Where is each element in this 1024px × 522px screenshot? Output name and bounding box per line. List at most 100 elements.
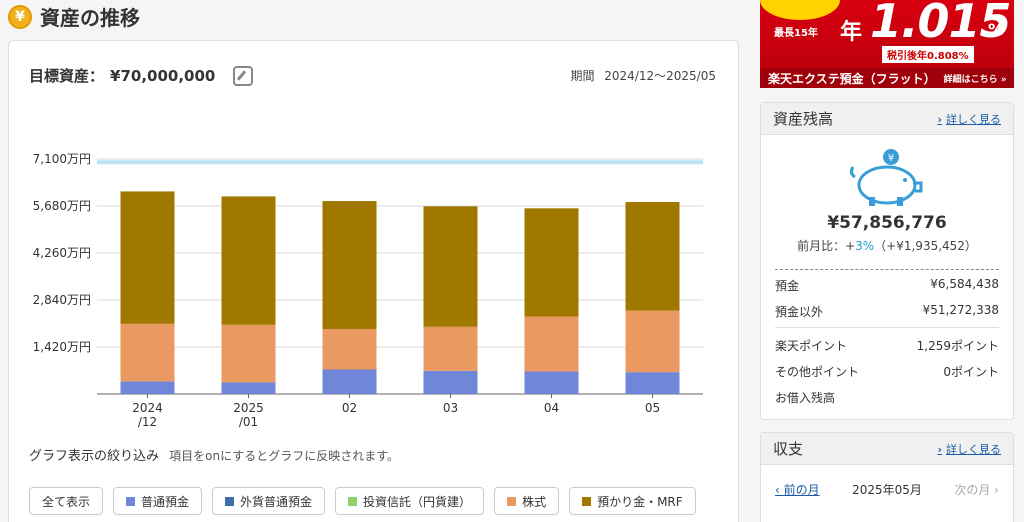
legend-swatch <box>126 496 136 506</box>
bar-segment <box>322 329 377 370</box>
income-card: 収支 詳しく見る ‹ 前の月 2025年05月 次の月 › <box>760 432 1014 522</box>
x-tick-label: /01 <box>239 415 258 429</box>
bar-segment <box>221 382 276 394</box>
prev-month-link[interactable]: ‹ 前の月 <box>775 481 820 498</box>
loan-row: お借入残高 <box>775 389 999 406</box>
other-points-row: その他ポイント 0ポイント <box>775 363 999 380</box>
bar-segment <box>322 369 377 394</box>
filter-row: グラフ表示の絞り込み 項目をonにするとグラフに反映されます。 <box>29 445 399 464</box>
ad-product: 楽天エクステ預金（フラット） <box>768 71 936 86</box>
filter-title: グラフ表示の絞り込み <box>29 449 160 464</box>
loan-label: お借入残高 <box>775 391 836 405</box>
x-tick-label: 05 <box>645 401 660 415</box>
filter-stocks[interactable]: 株式 <box>494 487 560 515</box>
balance-card-header: 資産残高 詳しく見る <box>761 103 1013 135</box>
other-points-label: その他ポイント <box>775 365 860 379</box>
divider <box>775 327 999 328</box>
ad-footer: 楽天エクステ預金（フラット） 詳細はこちら » <box>760 68 1014 88</box>
filter-foreign-deposit[interactable]: 外貨普通預金 <box>212 487 326 515</box>
bar-segment <box>120 191 175 324</box>
bar-segment <box>625 202 680 311</box>
y-tick-label: 7,100万円 <box>33 152 91 166</box>
income-card-header: 収支 詳しく見る <box>761 433 1013 465</box>
filter-buttons: 全て表示 普通預金 外貨普通預金 投資信託（円貨建） 株式 預かり金・MRF <box>29 487 696 515</box>
other-label: 預金以外 <box>775 305 824 319</box>
bar-segment <box>221 196 276 325</box>
rakuten-points-row: 楽天ポイント 1,259ポイント <box>775 337 999 354</box>
bar-segment <box>423 326 478 371</box>
filter-ordinary-deposit[interactable]: 普通預金 <box>113 487 203 515</box>
goal-row: 目標資産： ¥70,000,000 <box>29 65 254 86</box>
bar-segment <box>423 206 478 327</box>
asset-chart-svg: 1,420万円2,840万円4,260万円5,680万円7,100万円2024/… <box>33 152 703 429</box>
show-all-button[interactable]: 全て表示 <box>29 487 104 515</box>
y-tick-label: 5,680万円 <box>33 199 91 213</box>
ad-pct: % <box>988 20 1005 39</box>
mom-pct: 3% <box>855 239 875 253</box>
ad-banner[interactable]: 最長15年 年 1.015 % 税引後年0.808% 楽天エクステ預金（フラット… <box>760 0 1014 88</box>
prev-month-label: 前の月 <box>783 483 820 497</box>
divider <box>775 269 999 270</box>
bar-segment <box>423 370 478 394</box>
asset-trend-panel: 目標資産： ¥70,000,000 期間 2024/12〜2025/05 1,4… <box>8 40 739 522</box>
goal-label: 目標資産： <box>29 67 105 85</box>
bar-segment <box>625 310 680 373</box>
legend-swatch <box>582 496 592 506</box>
x-tick-label: 02 <box>342 401 357 415</box>
x-tick-label: /12 <box>138 415 157 429</box>
balance-mom: 前月比：+3%（+¥1,935,452） <box>761 237 1013 254</box>
rakuten-points-value: 1,259ポイント <box>916 339 999 353</box>
legend-swatch <box>507 496 517 506</box>
goal-value: ¥70,000,000 <box>110 66 216 85</box>
balance-card: 資産残高 詳しく見る ¥ ¥57,856,776 前月比：+3%（+¥1,935… <box>760 102 1014 420</box>
period: 期間 2024/12〜2025/05 <box>570 67 716 84</box>
bar-segment <box>524 371 579 394</box>
y-tick-label: 4,260万円 <box>33 246 91 260</box>
bar-segment <box>221 324 276 383</box>
x-tick-label: 2025 <box>233 401 264 415</box>
filter-deposits-mrf[interactable]: 預かり金・MRF <box>569 487 696 515</box>
legend-swatch <box>225 496 235 506</box>
yen-coin-icon: ¥ <box>8 4 32 29</box>
y-tick-label: 1,420万円 <box>33 340 91 354</box>
filter-investment-trust[interactable]: 投資信託（円貨建） <box>335 487 485 515</box>
bar-segment <box>625 372 680 394</box>
x-tick-label: 03 <box>443 401 458 415</box>
current-month: 2025年05月 <box>852 483 922 497</box>
mom-label: 前月比：+ <box>797 239 856 253</box>
filter-label: 株式 <box>522 494 547 509</box>
legend-swatch <box>348 496 358 506</box>
deposit-value: ¥6,584,438 <box>930 277 999 291</box>
month-nav: ‹ 前の月 2025年05月 次の月 › <box>775 481 999 498</box>
deposit-label: 預金 <box>775 279 800 293</box>
show-all-label: 全て表示 <box>42 494 91 509</box>
page-header: ¥ 資産の推移 <box>8 2 140 31</box>
bar-segment <box>322 201 377 330</box>
ad-more-link[interactable]: 詳細はこちら » <box>944 72 1007 85</box>
svg-text:¥: ¥ <box>888 153 894 164</box>
period-label: 期間 <box>570 69 595 83</box>
bar-segment <box>120 381 175 394</box>
rakuten-points-label: 楽天ポイント <box>775 339 848 353</box>
bar-segment <box>524 208 579 317</box>
mom-amount: （+¥1,935,452） <box>874 239 977 253</box>
ad-span: 最長15年 <box>774 28 818 39</box>
filter-label: 普通預金 <box>141 494 190 509</box>
ad-after-tax: 税引後年0.808% <box>882 46 974 63</box>
edit-icon[interactable] <box>233 65 254 86</box>
filter-label: 預かり金・MRF <box>597 494 683 509</box>
bar-segment <box>120 323 175 382</box>
deposit-row: 預金 ¥6,584,438 <box>775 277 999 294</box>
piggy-bank-icon: ¥ <box>849 149 923 206</box>
next-month-link[interactable]: 次の月 › <box>954 481 999 498</box>
income-detail-link[interactable]: 詳しく見る <box>937 441 1001 457</box>
balance-detail-link[interactable]: 詳しく見る <box>937 111 1001 127</box>
balance-total: ¥57,856,776 <box>827 213 947 233</box>
income-title: 収支 <box>773 440 804 458</box>
period-value: 2024/12〜2025/05 <box>604 69 716 83</box>
page-title: 資産の推移 <box>40 6 140 30</box>
y-tick-label: 2,840万円 <box>33 293 91 307</box>
ad-decoration <box>760 0 840 20</box>
ad-year: 年 <box>840 20 863 45</box>
balance-title: 資産残高 <box>773 110 834 128</box>
